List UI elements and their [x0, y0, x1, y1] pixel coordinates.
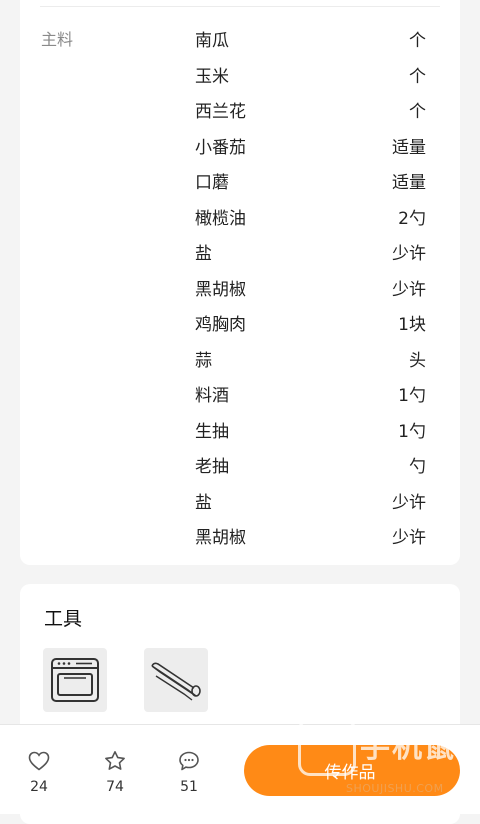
ingredient-name: 盐	[195, 492, 212, 513]
ingredient-amount: 个	[409, 31, 426, 51]
ingredient-amount: 1勺	[398, 386, 426, 406]
ingredient-amount: 少许	[392, 528, 426, 548]
ingredient-row: 黑胡椒 少许	[195, 523, 426, 559]
comment-button[interactable]: 51	[169, 749, 209, 795]
ingredient-amount: 头	[409, 350, 426, 371]
upload-work-label: 传作品	[324, 763, 376, 783]
like-count: 24	[30, 779, 48, 795]
comment-icon	[179, 751, 199, 771]
ingredient-row: 玉米 个	[195, 62, 426, 98]
heart-icon	[28, 751, 50, 771]
ingredient-amount: 2勺	[398, 208, 426, 229]
ingredient-amount: 个	[409, 66, 426, 87]
ingredient-row: 口蘑 适量	[195, 168, 426, 204]
ingredient-row: 橄榄油 2勺	[195, 204, 426, 240]
ingredient-row: 小番茄 适量	[195, 133, 426, 169]
ingredient-amount: 个	[409, 102, 426, 122]
ingredient-name: 小番茄	[195, 137, 246, 158]
ingredient-row: 盐 少许	[195, 239, 426, 275]
ingredient-row: 料酒 1勺	[195, 381, 426, 417]
tool-oven[interactable]	[43, 648, 107, 712]
ingredient-amount: 少许	[392, 492, 426, 513]
ingredient-row: 生抽 1勺	[195, 417, 426, 453]
ingredient-row: 盐 少许	[195, 488, 426, 524]
ingredient-row: 南瓜 个	[195, 26, 426, 62]
ingredient-name: 老抽	[195, 457, 229, 477]
comment-count: 51	[180, 779, 198, 795]
favorite-count: 74	[106, 779, 124, 795]
ingredient-name: 黑胡椒	[195, 528, 246, 548]
ingredient-amount: 适量	[392, 173, 426, 193]
ingredient-row: 老抽 勺	[195, 452, 426, 488]
ingredients-list: 南瓜个 玉米个 西兰花个 小番茄 适量 口蘑 适量 橄榄油 2勺 盐少许 黑胡椒 少许 …	[195, 26, 426, 559]
ingredient-name: 玉米	[195, 66, 229, 87]
oven-icon	[51, 658, 99, 702]
ingredient-row: 黑胡椒 少许	[195, 275, 426, 311]
ingredient-name: 料酒	[195, 386, 229, 406]
ingredient-name: 橄榄油	[195, 208, 246, 229]
ingredient-name: 黑胡椒	[195, 279, 246, 300]
watermark-url: SHOUJISHU.COM	[346, 782, 444, 795]
ingredient-name: 鸡胸肉	[195, 315, 246, 335]
ingredient-amount: 勺	[409, 457, 426, 477]
watermark: 手机鼠 SHOUJISHU.COM	[296, 716, 464, 802]
foil-roll-icon	[151, 662, 201, 701]
like-button[interactable]: 24	[19, 749, 59, 795]
divider	[40, 6, 440, 7]
star-icon	[105, 751, 125, 770]
ingredient-amount: 1块	[398, 315, 426, 335]
ingredient-amount: 1勺	[398, 421, 426, 442]
ingredient-name: 盐	[195, 244, 212, 264]
ingredient-row: 西兰花 个	[195, 97, 426, 133]
favorite-button[interactable]: 74	[95, 749, 135, 795]
ingredient-row: 鸡胸肉 1块	[195, 310, 426, 346]
ingredient-amount: 少许	[392, 279, 426, 300]
ingredient-amount: 少许	[392, 244, 426, 264]
ingredient-row: 蒜头	[195, 346, 426, 382]
ingredient-name: 生抽	[195, 421, 229, 442]
ingredient-name: 西兰花	[195, 102, 246, 122]
main-ingredients-label: 主料	[41, 30, 74, 49]
tools-title: 工具	[44, 608, 83, 630]
ingredient-name: 蒜	[195, 350, 212, 371]
ingredients-card: 主料 南瓜个 玉米个 西兰花个 小番茄 适量 口蘑 适量 橄榄油 2勺 盐少许 黑胡椒…	[20, 0, 460, 565]
ingredient-name: 口蘑	[195, 173, 229, 193]
tool-foil[interactable]	[144, 648, 208, 712]
ingredient-amount: 适量	[392, 137, 426, 158]
ingredient-name: 南瓜	[195, 31, 229, 51]
